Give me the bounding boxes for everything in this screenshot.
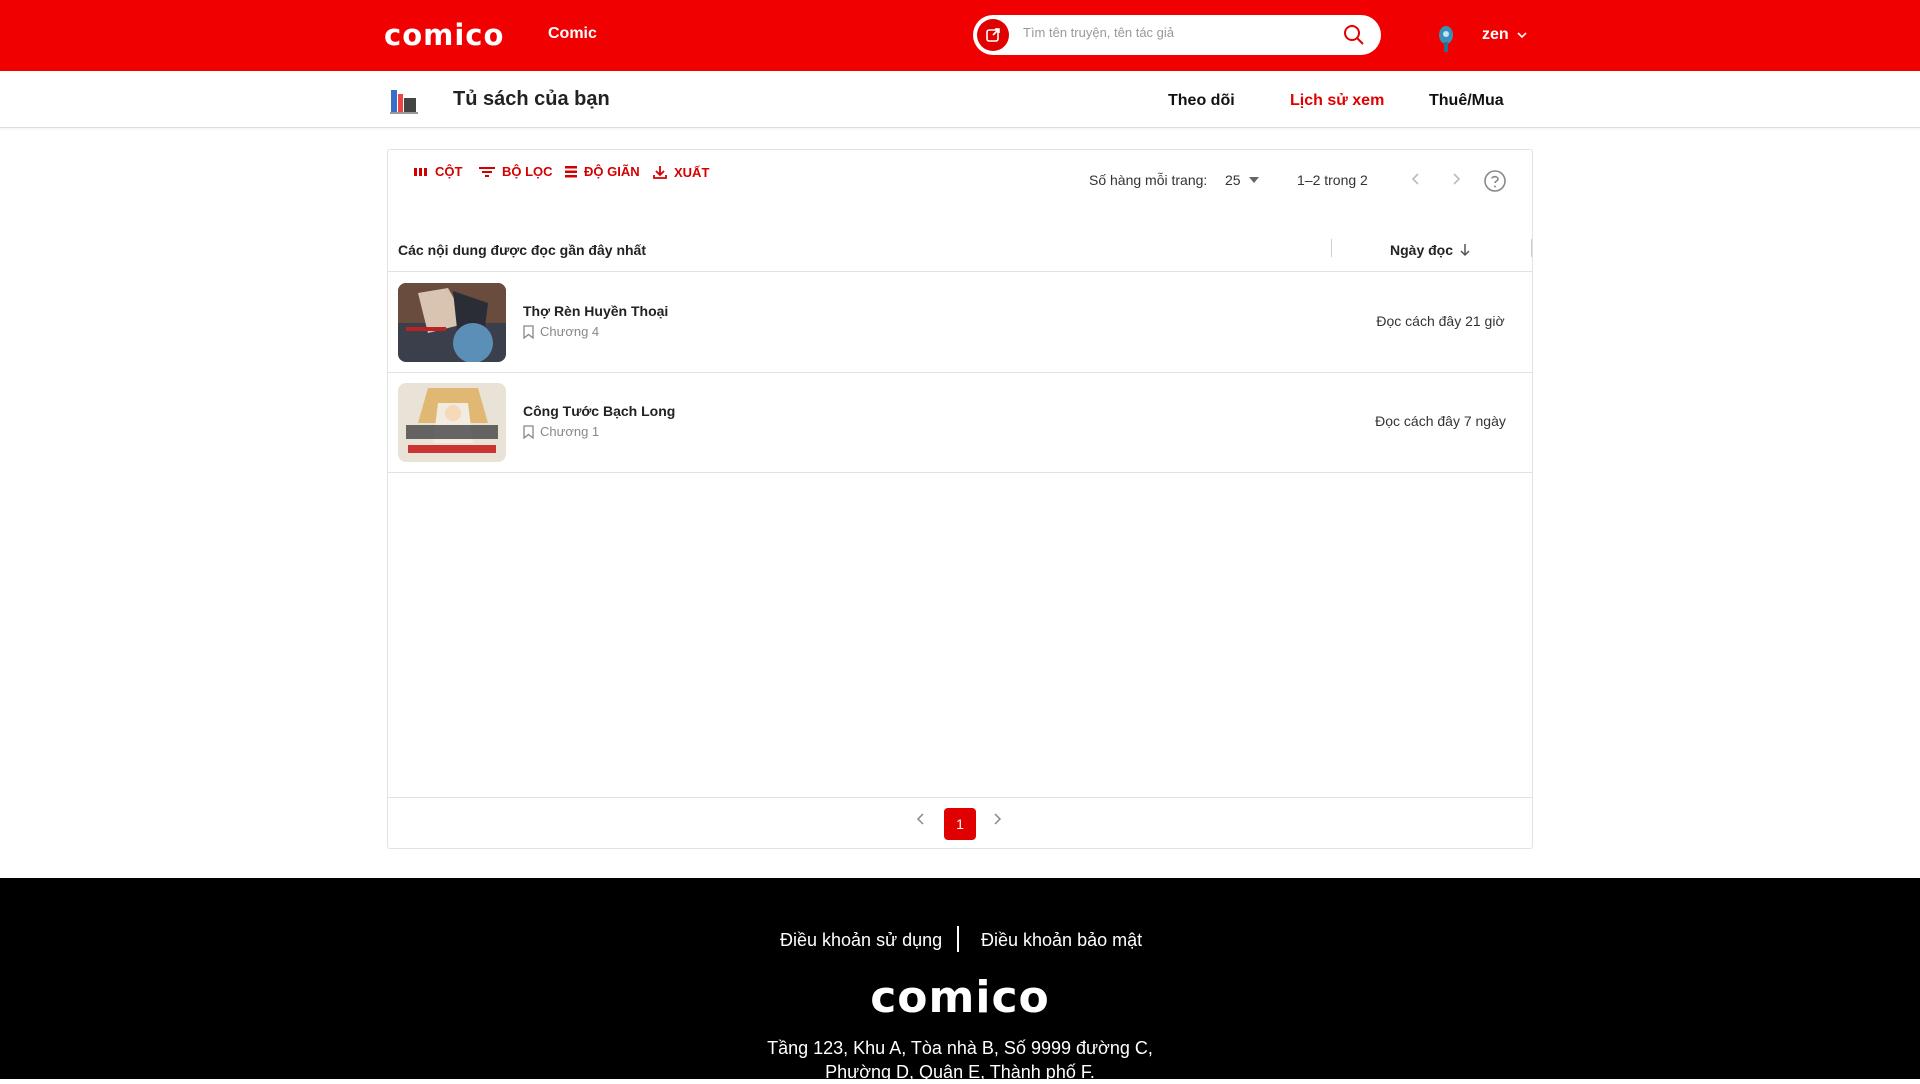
terms-of-use-link[interactable]: Điều khoản sử dụng [780, 930, 942, 951]
chapter-info: Chương 4 [523, 324, 599, 339]
rows-per-page-label: Số hàng mỗi trang: [1089, 172, 1208, 188]
download-icon [653, 166, 667, 179]
chevron-left-icon[interactable] [916, 812, 926, 831]
chevron-down-icon[interactable] [1516, 28, 1528, 46]
footer: Điều khoản sử dụng Điều khoản bảo mật co… [0, 878, 1920, 1082]
column-date-header[interactable]: Ngày đọc [1390, 242, 1471, 258]
table-row[interactable]: Công Tước Bạch Long Chương 1 Đọc cách đâ… [388, 373, 1532, 473]
comico-logo[interactable]: comico [384, 18, 504, 52]
chevron-right-icon[interactable] [992, 812, 1002, 831]
tab-thue-mua[interactable]: Thuê/Mua [1429, 92, 1504, 110]
density-label: ĐỘ GIÃN [584, 164, 640, 179]
tab-lich-su-xem[interactable]: Lịch sử xem [1290, 92, 1384, 110]
chapter-label: Chương 4 [540, 324, 600, 339]
avatar[interactable] [1434, 24, 1458, 56]
address-line-2: Phường D, Quận E, Thành phố F. [825, 1062, 1095, 1082]
column-content-header[interactable]: Các nội dung được đọc gần đây nhất [398, 242, 646, 258]
top-navbar: comico Comic zen [0, 0, 1920, 71]
bookshelf-header: Tủ sách của bạn Theo dõi Lịch sử xem Thu… [0, 71, 1920, 128]
comic-cover-thumbnail[interactable] [398, 283, 506, 362]
external-link-icon[interactable] [977, 19, 1009, 51]
columns-button[interactable]: CỘT [413, 164, 462, 179]
help-icon[interactable] [1483, 169, 1507, 198]
pagination: 1 [388, 797, 1532, 849]
next-page-icon[interactable] [1450, 170, 1462, 191]
arrow-down-icon [1460, 244, 1470, 257]
pagination-range: 1–2 trong 2 [1297, 172, 1368, 188]
column-separator[interactable] [1331, 239, 1332, 257]
rows-per-page-value: 25 [1225, 172, 1241, 188]
rows-per-page-select[interactable]: 25 [1225, 172, 1259, 188]
filter-label: BỘ LỌC [502, 164, 553, 179]
column-date-label: Ngày đọc [1390, 242, 1454, 258]
table-row[interactable]: Thợ Rèn Huyền Thoại Chương 4 Đọc cách đâ… [388, 273, 1532, 373]
footer-divider [957, 926, 959, 952]
density-button[interactable]: ĐỘ GIÃN [564, 164, 640, 179]
search-icon[interactable] [1343, 24, 1365, 51]
footer-logo: comico [870, 972, 1050, 1023]
company-address: Tầng 123, Khu A, Tòa nhà B, Số 9999 đườn… [0, 1036, 1920, 1084]
chapter-info: Chương 1 [523, 424, 599, 439]
export-label: XUẤT [674, 164, 710, 180]
previous-page-icon[interactable] [1410, 170, 1422, 191]
address-line-1: Tầng 123, Khu A, Tòa nhà B, Số 9999 đườn… [767, 1038, 1153, 1058]
table-header: Các nội dung được đọc gần đây nhất Ngày … [388, 234, 1532, 272]
bookshelf-icon [388, 84, 422, 118]
bookmark-icon [523, 324, 534, 339]
comic-title[interactable]: Công Tước Bạch Long [523, 403, 675, 419]
page-title: Tủ sách của bạn [453, 88, 610, 110]
tab-theo-doi[interactable]: Theo dõi [1168, 92, 1235, 110]
column-separator[interactable] [1531, 239, 1532, 257]
username[interactable]: zen [1482, 26, 1509, 44]
read-date: Đọc cách đây 21 giờ [1376, 313, 1505, 329]
privacy-policy-link[interactable]: Điều khoản bảo mật [981, 930, 1142, 951]
nav-comic-link[interactable]: Comic [548, 25, 597, 43]
search-input[interactable] [1023, 25, 1323, 40]
filter-button[interactable]: BỘ LỌC [478, 164, 553, 179]
export-button[interactable]: XUẤT [652, 164, 709, 180]
columns-icon [414, 167, 427, 176]
read-date: Đọc cách đây 7 ngày [1375, 413, 1506, 429]
history-table-panel: CỘT BỘ LỌC ĐỘ GIÃN XUẤT Số hàng mỗi tran… [387, 149, 1533, 849]
comic-cover-thumbnail[interactable] [398, 383, 506, 462]
caret-down-icon [1248, 177, 1259, 183]
bookmark-icon [523, 424, 534, 439]
comic-title[interactable]: Thợ Rèn Huyền Thoại [523, 303, 668, 319]
search-bar [973, 15, 1381, 55]
density-icon [565, 165, 577, 177]
page-number-button[interactable]: 1 [944, 808, 976, 840]
chapter-label: Chương 1 [540, 424, 600, 439]
columns-label: CỘT [435, 164, 463, 179]
filter-icon [479, 166, 495, 177]
